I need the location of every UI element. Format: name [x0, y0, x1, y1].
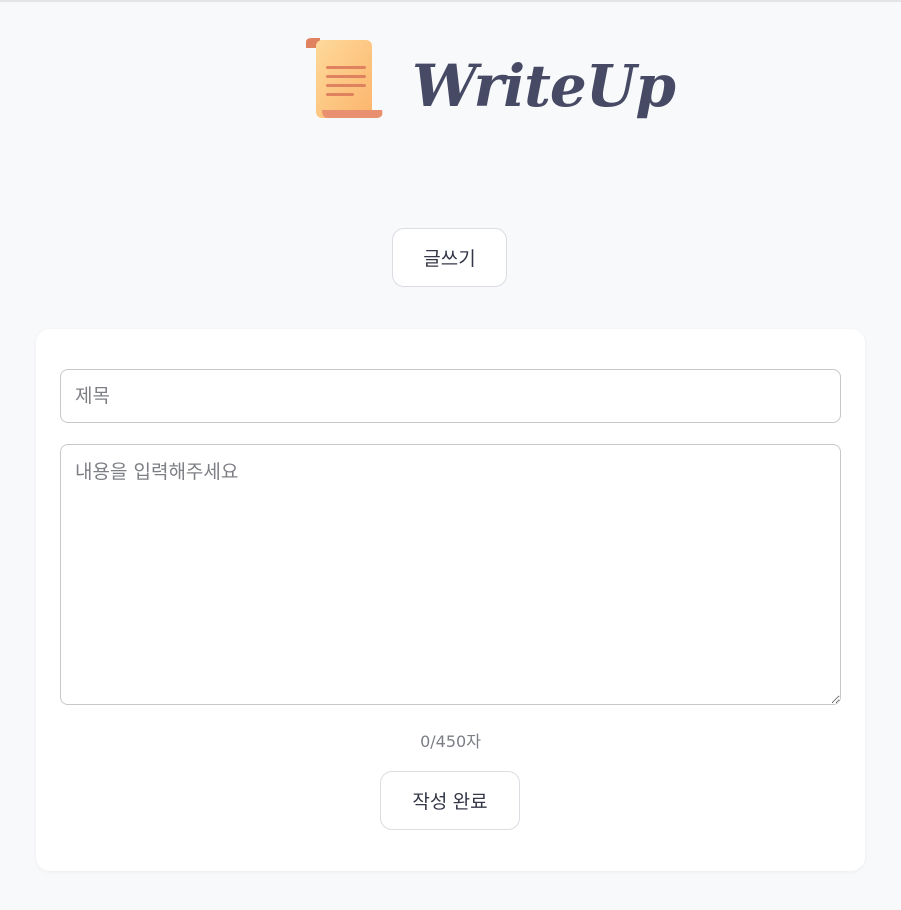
brand-name: WriteUp	[412, 52, 676, 120]
char-count: 0/450자	[420, 732, 481, 751]
top-divider	[0, 0, 901, 2]
title-input[interactable]	[60, 369, 841, 423]
content-textarea[interactable]	[60, 444, 841, 705]
submit-button[interactable]: 작성 완료	[380, 771, 520, 830]
write-form-card: 0/450자 작성 완료	[36, 329, 865, 871]
scroll-icon	[306, 38, 383, 118]
write-button[interactable]: 글쓰기	[392, 228, 507, 287]
logo[interactable]: WriteUp	[300, 36, 676, 140]
